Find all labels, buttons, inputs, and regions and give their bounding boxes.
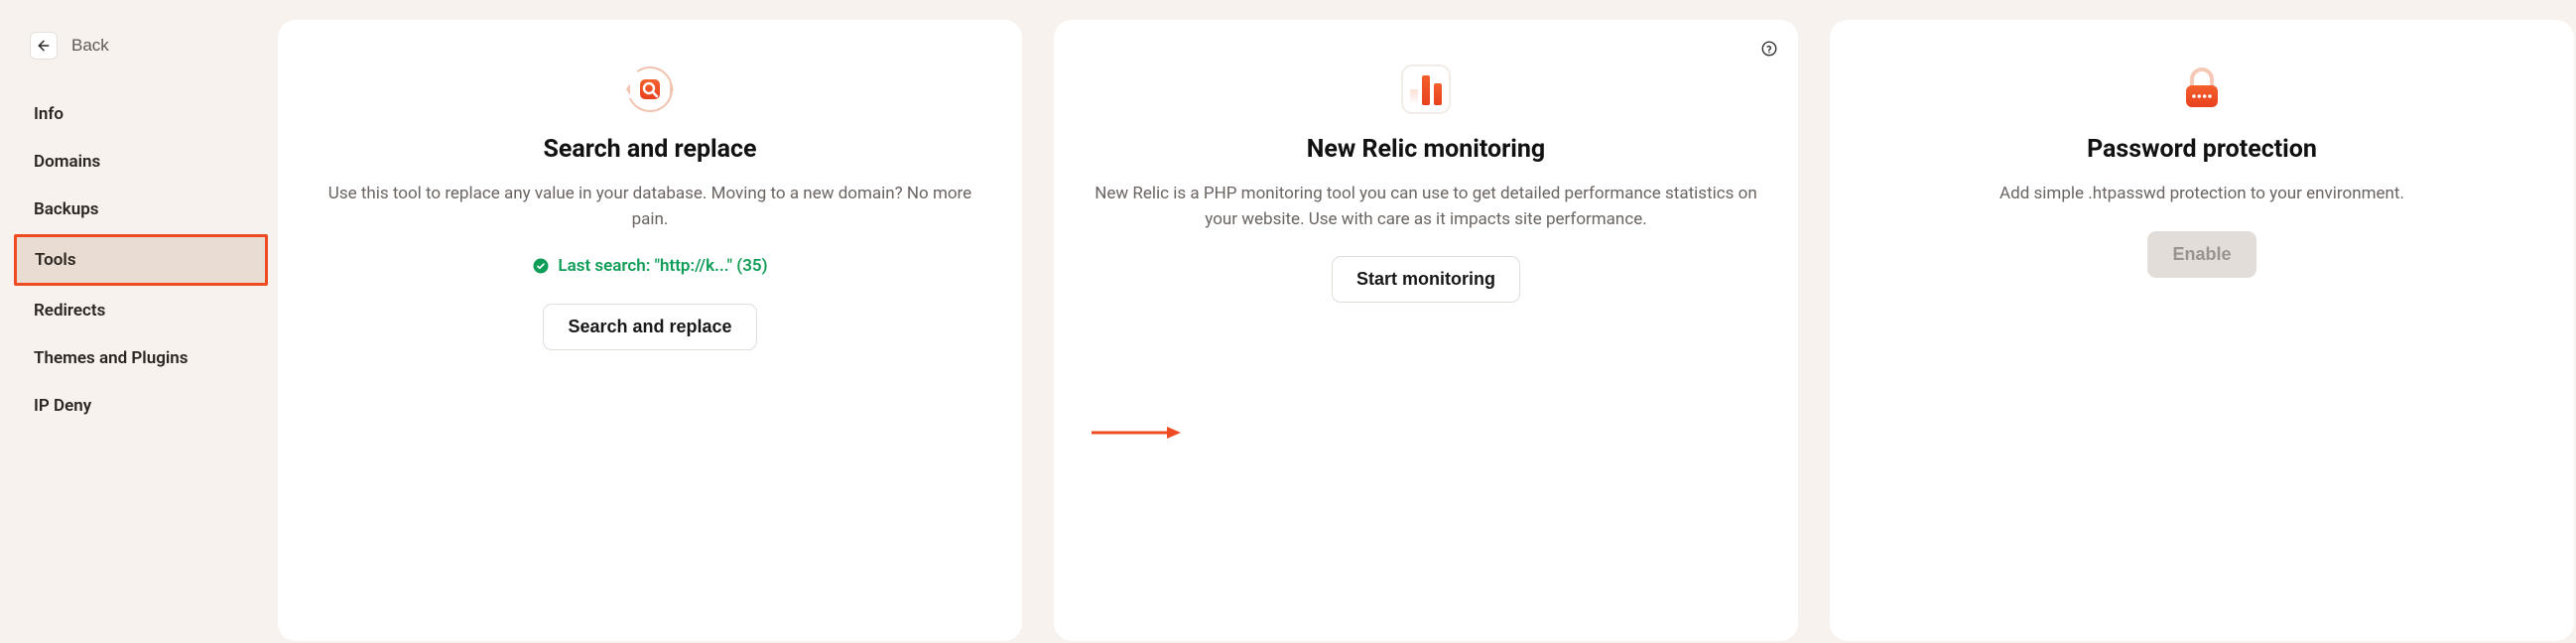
sidebar-item-tools[interactable]: Tools [14,234,268,286]
sidebar-item-ip-deny[interactable]: IP Deny [20,383,276,429]
search-replace-icon [624,64,676,115]
card-title: Search and replace [543,135,756,164]
lock-icon [2176,64,2228,115]
sidebar-item-domains[interactable]: Domains [20,139,276,185]
back-label: Back [71,36,109,56]
start-monitoring-button[interactable]: Start monitoring [1332,256,1520,303]
sidebar-item-info[interactable]: Info [20,91,276,137]
arrow-annotation-icon [1090,426,1181,440]
sidebar-item-backups[interactable]: Backups [20,187,276,232]
card-search-replace: Search and replace Use this tool to repl… [278,20,1022,641]
check-circle-icon [532,257,550,275]
card-password-protection: Password protection Add simple .htpasswd… [1830,20,2574,641]
last-search-text: Last search: "http://k..." (35) [558,256,767,276]
sidebar-nav: Info Domains Backups Tools Redirects The… [20,91,276,429]
search-replace-button[interactable]: Search and replace [543,304,756,350]
card-description: Add simple .htpasswd protection to your … [1999,182,2404,207]
last-search-status: Last search: "http://k..." (35) [532,256,767,276]
enable-button[interactable]: Enable [2147,231,2255,278]
card-description: New Relic is a PHP monitoring tool you c… [1092,182,1760,232]
sidebar-item-redirects[interactable]: Redirects [20,288,276,333]
back-button[interactable]: Back [20,24,119,67]
sidebar-item-themes-plugins[interactable]: Themes and Plugins [20,335,276,381]
card-title: New Relic monitoring [1307,135,1545,164]
content: Search and replace Use this tool to repl… [276,0,2576,643]
card-description: Use this tool to replace any value in yo… [316,182,984,232]
card-new-relic: New Relic monitoring New Relic is a PHP … [1054,20,1798,641]
bar-chart-icon [1400,64,1452,115]
back-arrow-icon [30,32,58,60]
sidebar: Back Info Domains Backups Tools Redirect… [0,0,276,643]
help-icon[interactable] [1760,40,1778,62]
card-title: Password protection [2087,135,2317,164]
